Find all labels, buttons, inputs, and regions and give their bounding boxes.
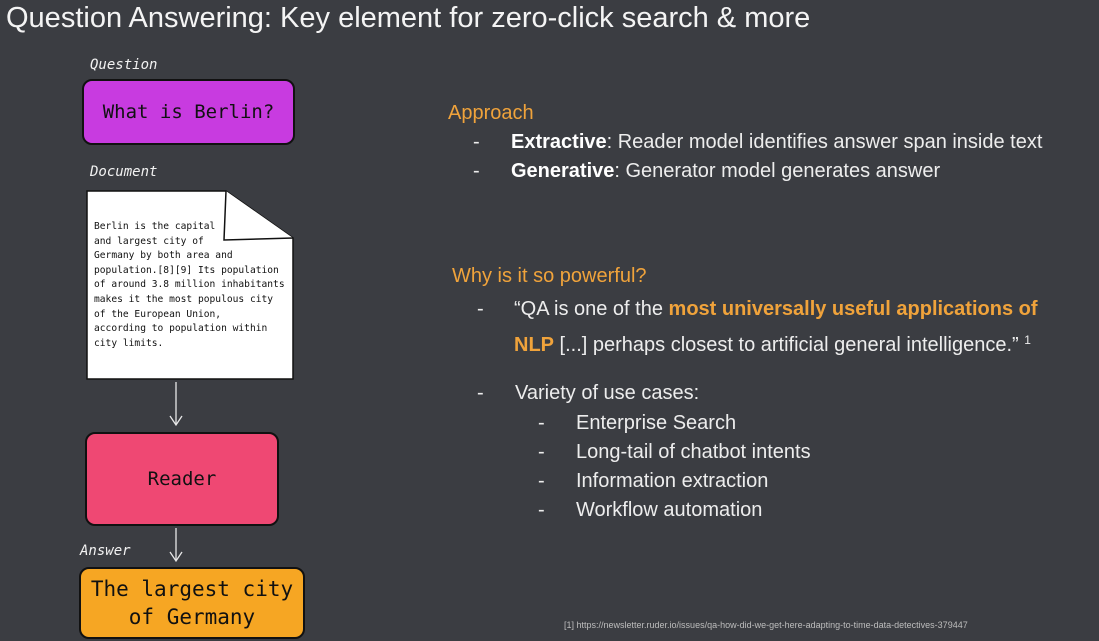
use-case-item: - Workflow automation xyxy=(538,499,762,522)
use-case-item: - Enterprise Search xyxy=(538,412,736,435)
reader-text: Reader xyxy=(147,468,217,490)
use-case-label: Long-tail of chatbot intents xyxy=(576,441,811,463)
approach-item-bold: Extractive xyxy=(511,131,607,153)
bullet-dash: - xyxy=(477,382,484,404)
quote-text-pre: “QA is one of the xyxy=(514,298,669,320)
use-case-label: Information extraction xyxy=(576,470,769,492)
use-case-item: - Information extraction xyxy=(538,470,768,493)
approach-item: - Extractive: Reader model identifies ans… xyxy=(473,131,1042,154)
arrow-down-icon xyxy=(169,382,183,427)
bullet-dash: - xyxy=(538,470,545,492)
bullet-dash: - xyxy=(538,412,545,434)
approach-item: - Generative: Generator model generates a… xyxy=(473,160,940,183)
approach-heading: Approach xyxy=(448,102,534,124)
bullet-dash: - xyxy=(477,298,484,320)
quote-block: - “QA is one of the most universally use… xyxy=(477,294,1097,361)
powerful-heading: Why is it so powerful? xyxy=(452,265,647,287)
footnote-link[interactable]: [1] https://newsletter.ruder.io/issues/q… xyxy=(564,620,968,630)
approach-item-text: : Reader model identifies answer span in… xyxy=(606,131,1043,153)
variety-item: - Variety of use cases: xyxy=(477,382,699,405)
answer-line-2: of Germany xyxy=(128,605,256,629)
bullet-dash: - xyxy=(538,499,545,521)
approach-item-text: : Generator model generates answer xyxy=(614,160,941,182)
slide-title: Question Answering: Key element for zero… xyxy=(6,2,811,34)
quote-text-post: [...] perhaps closest to artificial gene… xyxy=(554,334,1019,356)
bullet-dash: - xyxy=(538,441,545,463)
answer-box: The largest city of Germany xyxy=(79,567,305,639)
arrow-down-icon xyxy=(169,528,183,563)
answer-label: Answer xyxy=(80,543,131,559)
question-box: What is Berlin? xyxy=(82,79,295,145)
document-text: Berlin is the capital and largest city o… xyxy=(94,221,285,349)
reader-box: Reader xyxy=(85,432,279,526)
quote-highlight-1: most universally useful applications of xyxy=(668,298,1038,320)
approach-item-bold: Generative xyxy=(511,160,615,182)
use-case-label: Enterprise Search xyxy=(576,412,737,434)
question-label: Question xyxy=(90,57,158,73)
document-card: Berlin is the capital and largest city o… xyxy=(86,190,294,380)
quote-highlight-2: NLP xyxy=(514,334,554,356)
document-label: Document xyxy=(90,164,158,180)
answer-line-1: The largest city xyxy=(90,577,294,601)
variety-label: Variety of use cases: xyxy=(515,382,700,404)
bullet-dash: - xyxy=(473,160,480,182)
footnote-ref: 1 xyxy=(1024,333,1031,347)
bullet-dash: - xyxy=(473,131,480,153)
question-text: What is Berlin? xyxy=(102,101,275,123)
use-case-item: - Long-tail of chatbot intents xyxy=(538,441,811,464)
use-case-label: Workflow automation xyxy=(576,499,763,521)
